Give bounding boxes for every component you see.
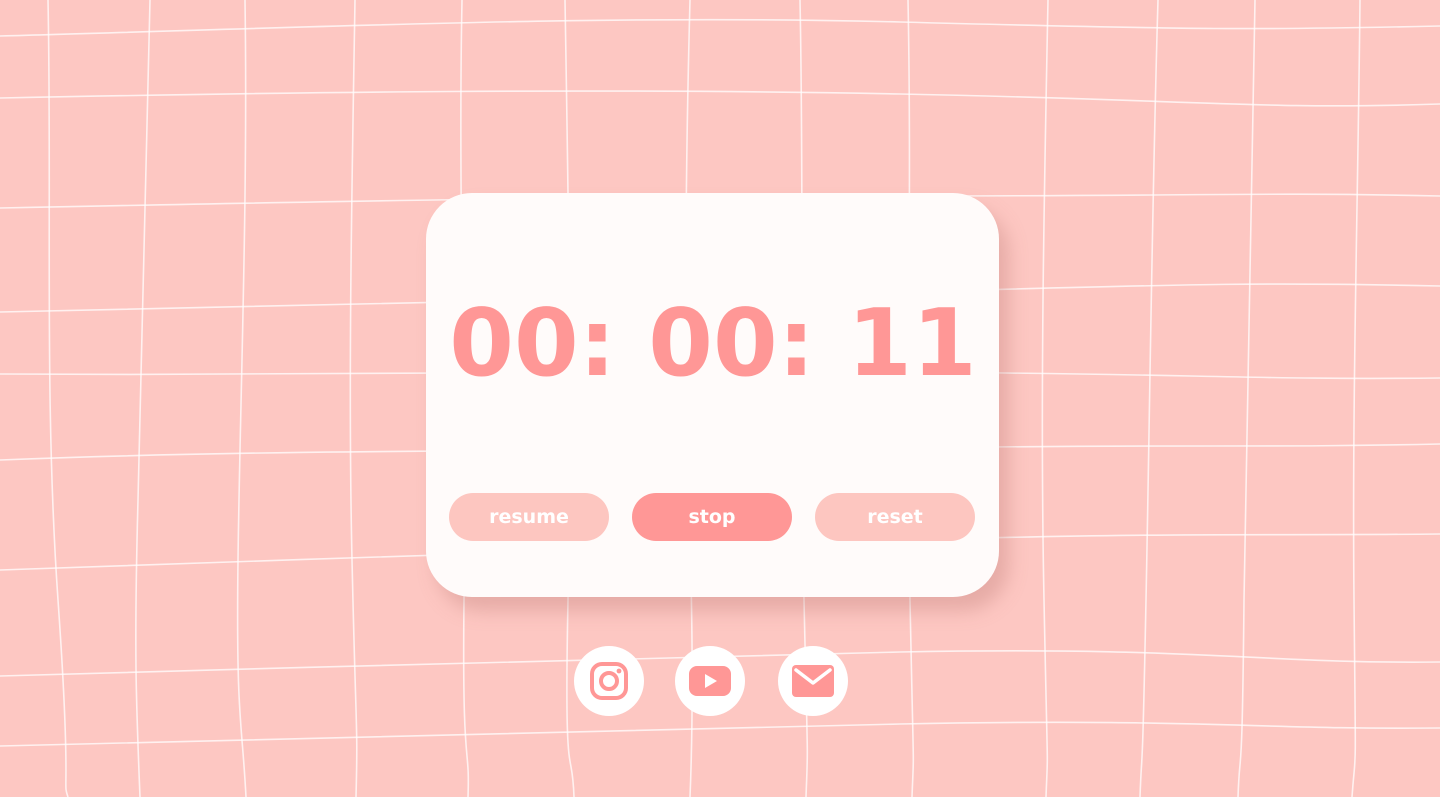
reset-button[interactable]: reset bbox=[815, 493, 975, 541]
youtube-link[interactable] bbox=[675, 646, 745, 716]
instagram-icon bbox=[590, 662, 628, 700]
instagram-link[interactable] bbox=[574, 646, 644, 716]
mail-icon bbox=[792, 665, 834, 697]
resume-button[interactable]: resume bbox=[449, 493, 609, 541]
timer-display: 00: 00: 11 bbox=[449, 289, 977, 397]
stop-button[interactable]: stop bbox=[632, 493, 792, 541]
youtube-icon bbox=[689, 666, 731, 696]
email-link[interactable] bbox=[778, 646, 848, 716]
